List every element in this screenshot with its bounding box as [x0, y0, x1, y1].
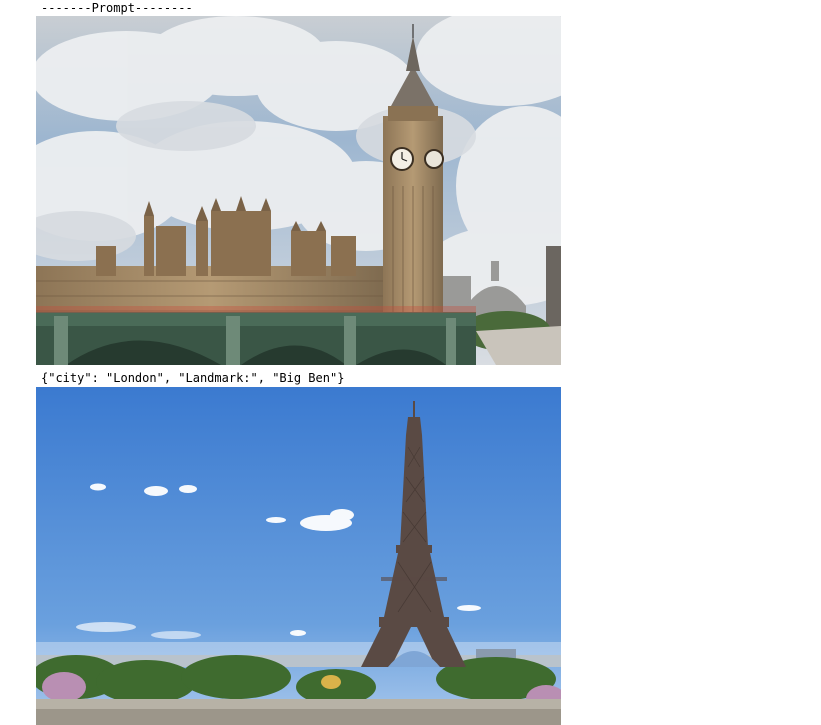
eiffel-tower-image: [36, 387, 561, 725]
big-ben-image: [36, 16, 561, 365]
eiffel-tower-illustration: [36, 387, 561, 725]
json-snippet: {"city": "London", "Landmark:", "Big Ben…: [41, 371, 345, 385]
prompt-header: -------Prompt--------: [41, 1, 193, 15]
page: -------Prompt-------- {"city": "London",…: [0, 0, 821, 725]
big-ben-illustration: [36, 16, 561, 365]
